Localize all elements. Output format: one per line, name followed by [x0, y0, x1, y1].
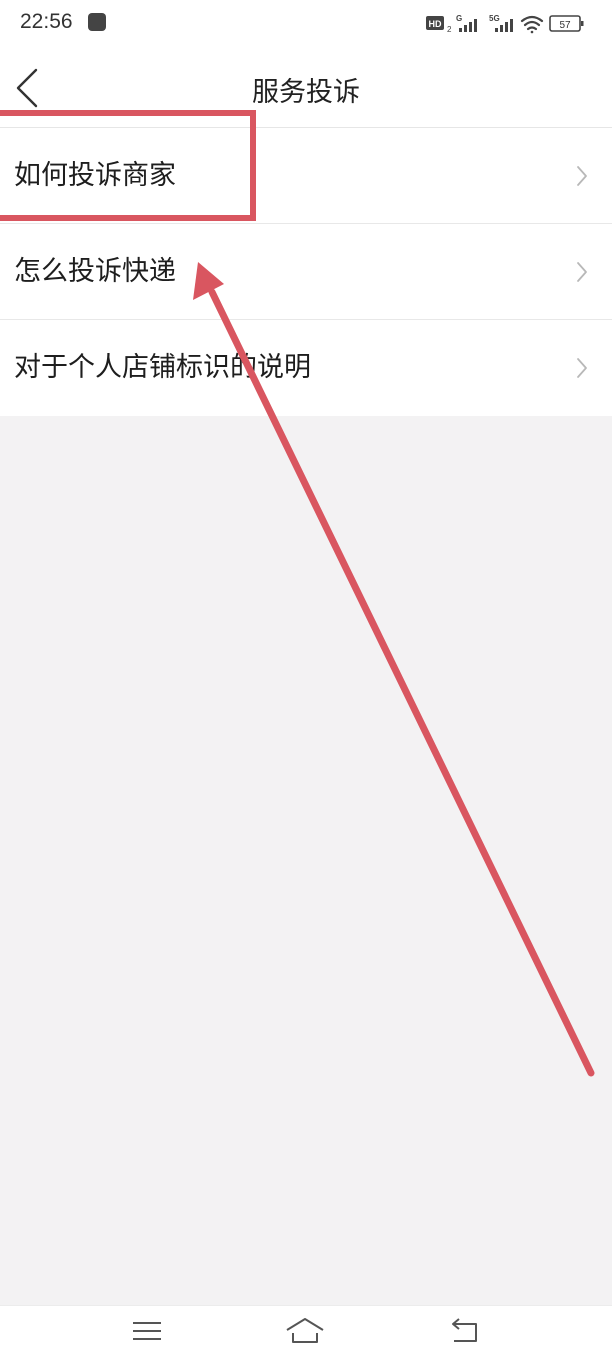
system-nav-bar	[0, 1305, 612, 1353]
list-item-complain-merchant[interactable]: 如何投诉商家	[0, 128, 612, 224]
status-indicators: HD 2 G 5G 57	[426, 12, 586, 36]
list-item-complain-courier[interactable]: 怎么投诉快递	[0, 224, 612, 320]
list-item-label: 对于个人店铺标识的说明	[14, 352, 311, 383]
list-item-personal-store-label[interactable]: 对于个人店铺标识的说明	[0, 320, 612, 416]
wifi-icon	[520, 15, 544, 34]
list-item-label: 如何投诉商家	[14, 160, 176, 191]
battery-level: 57	[559, 20, 571, 31]
notification-app-icon	[88, 13, 106, 31]
back-icon[interactable]	[448, 1316, 482, 1346]
signal-g-icon: G	[456, 14, 477, 32]
chevron-right-icon	[577, 262, 587, 282]
header: 服务投诉	[0, 48, 612, 128]
chevron-right-icon	[577, 358, 587, 378]
menu-icon[interactable]	[130, 1316, 164, 1346]
svg-text:G: G	[456, 14, 462, 23]
status-bar: 22:56 HD 2 G 5G 57	[0, 0, 612, 48]
status-time: 22:56	[20, 10, 73, 33]
page-title: 服务投诉	[252, 77, 360, 108]
chevron-right-icon	[577, 166, 587, 186]
list-item-label: 怎么投诉快递	[14, 256, 176, 287]
home-icon[interactable]	[285, 1316, 325, 1346]
battery-icon: 57	[549, 15, 584, 32]
hd-badge-icon: HD 2	[426, 16, 452, 34]
menu-list: 如何投诉商家 怎么投诉快递 对于个人店铺标识的说明	[0, 128, 612, 416]
svg-text:5G: 5G	[489, 14, 500, 23]
hd-badge-text: HD	[429, 19, 442, 29]
signal-5g-icon: 5G	[489, 14, 513, 32]
svg-text:2: 2	[447, 25, 452, 34]
